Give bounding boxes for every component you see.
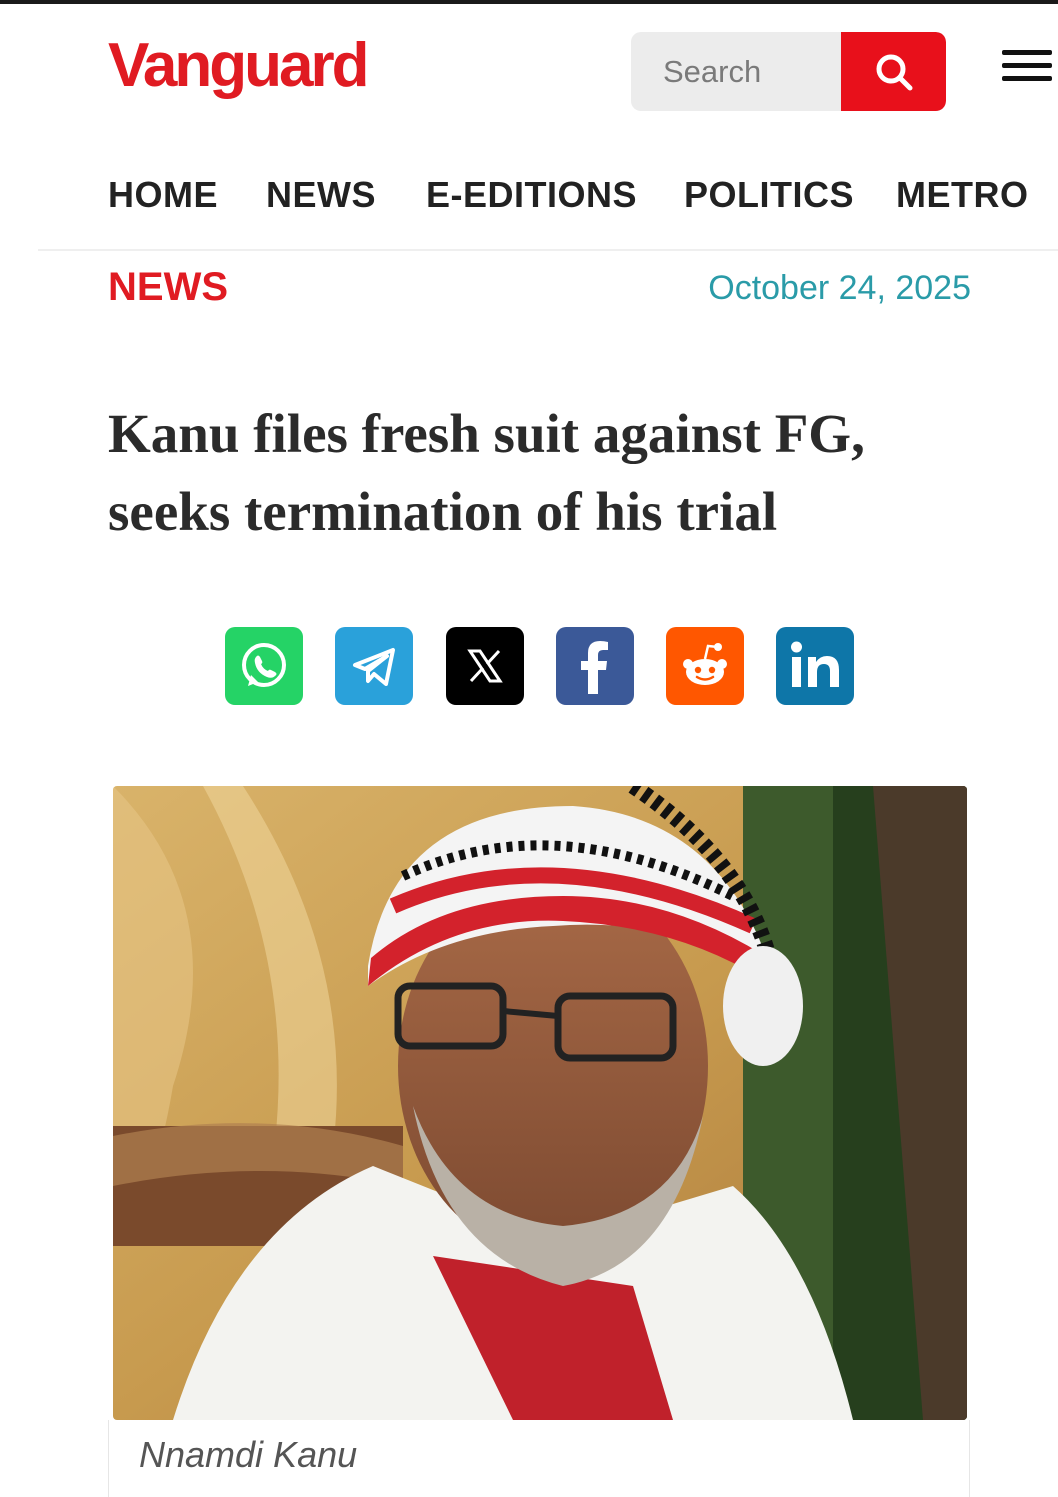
search-input[interactable] <box>631 32 841 111</box>
article-headline: Kanu files fresh suit against FG, seeks … <box>108 403 865 542</box>
nav-item-e-editions[interactable]: E-EDITIONS <box>426 170 637 220</box>
nav-item-metro[interactable]: METRO <box>896 170 1029 220</box>
facebook-icon <box>581 641 608 694</box>
search-icon <box>876 54 912 90</box>
site-logo[interactable]: Vanguard <box>108 30 370 102</box>
nav-divider <box>38 249 1058 251</box>
category-label[interactable]: NEWS <box>108 264 228 310</box>
share-x-button[interactable] <box>446 627 524 705</box>
telegram-icon <box>353 648 395 686</box>
share-linkedin-button[interactable] <box>776 627 854 705</box>
x-icon <box>467 649 503 683</box>
nav-item-home[interactable]: HOME <box>108 170 218 220</box>
search-bar <box>631 32 946 111</box>
article-photo <box>113 786 967 1420</box>
article-date: October 24, 2025 <box>708 269 971 307</box>
share-reddit-button[interactable] <box>666 627 744 705</box>
share-whatsapp-button[interactable] <box>225 627 303 705</box>
share-facebook-button[interactable] <box>556 627 634 705</box>
photo-caption: Nnamdi Kanu <box>139 1434 358 1475</box>
whatsapp-icon <box>242 643 286 687</box>
linkedin-icon <box>791 641 839 687</box>
top-border <box>0 0 1058 4</box>
hamburger-menu-icon[interactable] <box>1002 50 1052 92</box>
share-telegram-button[interactable] <box>335 627 413 705</box>
photo-caption-box: Nnamdi Kanu <box>108 1420 970 1497</box>
nav-item-politics[interactable]: POLITICS <box>684 170 854 220</box>
search-button[interactable] <box>841 32 946 111</box>
reddit-icon <box>683 643 727 685</box>
nav-item-news[interactable]: NEWS <box>266 170 376 220</box>
